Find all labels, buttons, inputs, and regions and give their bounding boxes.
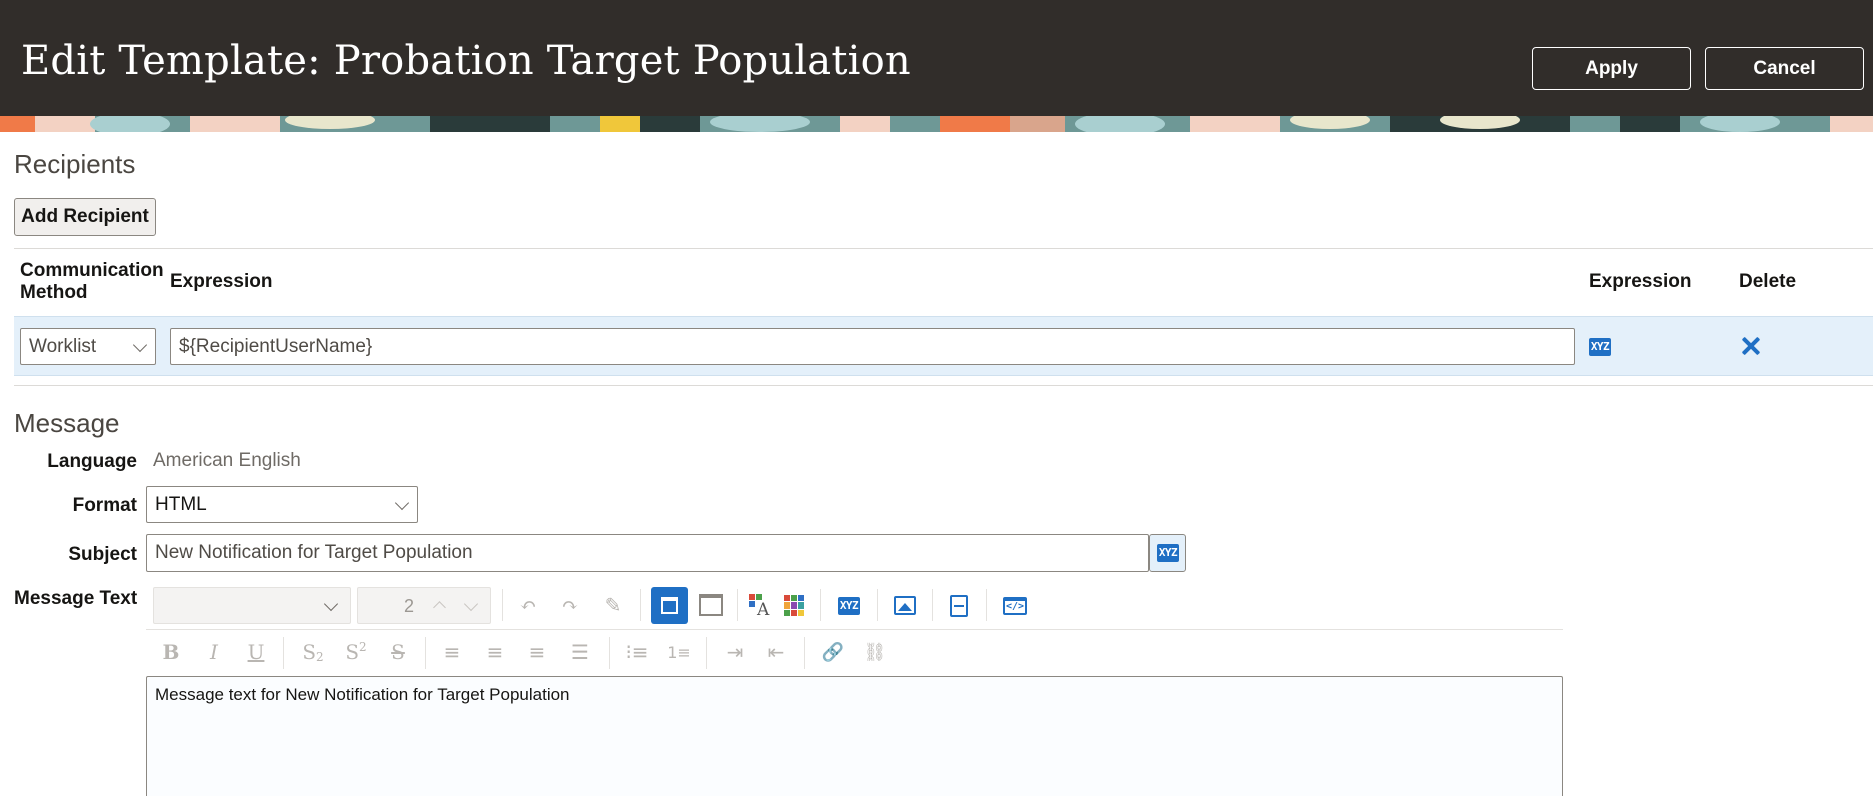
indent-icon[interactable]: ⇥	[720, 637, 750, 667]
format-label: Format	[72, 495, 137, 516]
delete-icon[interactable]	[1741, 336, 1761, 356]
clear-format-icon[interactable]: ✎	[598, 590, 628, 620]
align-center-icon[interactable]: ≡	[480, 637, 510, 667]
message-section-title: Message	[14, 408, 120, 438]
communication-method-value: Worklist	[29, 335, 97, 357]
cancel-button[interactable]: Cancel	[1705, 47, 1864, 90]
toolbar-separator	[737, 589, 738, 621]
font-size-select[interactable]: 2	[357, 587, 491, 624]
horizontal-rule-icon[interactable]	[950, 595, 968, 617]
column-header-delete: Delete	[1739, 271, 1797, 292]
message-text-label: Message Text	[14, 588, 138, 609]
subject-expression-button[interactable]: XYZ	[1149, 534, 1186, 572]
font-size-value: 2	[404, 596, 415, 616]
toolbar-separator	[932, 589, 933, 621]
message-text-editor[interactable]: Message text for New Notification for Ta…	[146, 676, 1563, 796]
redo-icon[interactable]: ↷	[555, 590, 585, 620]
communication-method-select[interactable]: Worklist	[20, 328, 156, 365]
banner-pattern	[0, 116, 1873, 132]
language-label: Language	[47, 451, 137, 472]
toolbar-separator	[804, 637, 805, 669]
page-title: Edit Template: Probation Target Populati…	[21, 38, 911, 84]
align-left-icon[interactable]: ≡	[437, 637, 467, 667]
insert-image-icon[interactable]	[894, 596, 916, 615]
italic-icon[interactable]: I	[199, 637, 229, 667]
toolbar-separator	[425, 637, 426, 669]
toolbar-separator	[609, 637, 610, 669]
subject-input[interactable]: New Notification for Target Population	[146, 534, 1149, 572]
chevron-down-icon	[132, 337, 148, 352]
bullet-list-icon[interactable]: ⁝≡	[622, 637, 652, 667]
superscript-icon[interactable]: S2	[341, 637, 371, 667]
justify-icon[interactable]: ☰	[565, 637, 595, 667]
recipients-section-title: Recipients	[14, 149, 136, 179]
background-color-icon[interactable]	[784, 595, 805, 616]
format-value: HTML	[155, 493, 207, 515]
strikethrough-icon[interactable]: S	[383, 637, 413, 667]
column-header-expression-builder: Expression	[1589, 271, 1692, 292]
align-right-icon[interactable]: ≡	[522, 637, 552, 667]
chevron-down-icon	[463, 596, 479, 611]
toolbar-separator	[820, 589, 821, 621]
toolbar-separator	[640, 589, 641, 621]
toolbar-separator	[283, 637, 284, 669]
subject-value: New Notification for Target Population	[155, 542, 473, 563]
insert-expression-icon[interactable]: XYZ	[838, 597, 860, 615]
column-header-communication-method: Communication Method	[20, 260, 164, 303]
recipient-expression-input[interactable]: ${RecipientUserName}	[170, 328, 1575, 365]
chevron-down-icon	[394, 495, 410, 510]
toolbar-separator	[986, 589, 987, 621]
underline-icon[interactable]: U	[241, 637, 271, 667]
recipient-expression-value: ${RecipientUserName}	[179, 335, 373, 357]
toolbar-separator	[502, 589, 503, 621]
header-decorative-banner	[0, 116, 1873, 132]
undo-icon[interactable]: ↶	[513, 590, 543, 620]
format-select[interactable]: HTML	[146, 486, 418, 523]
font-size-up-icon	[433, 601, 446, 614]
table-bottom-divider	[14, 385, 1873, 386]
language-value: American English	[153, 450, 301, 471]
expression-builder-icon: XYZ	[1157, 544, 1179, 562]
insert-html-icon[interactable]: </>	[1003, 597, 1027, 615]
unlink-icon[interactable]: ⛓	[860, 637, 890, 667]
chevron-down-icon	[323, 596, 339, 611]
page-header: Edit Template: Probation Target Populati…	[0, 0, 1873, 116]
toolbar-separator	[706, 637, 707, 669]
numbered-list-icon[interactable]: 1≡	[664, 637, 694, 667]
rich-text-mode-icon[interactable]	[651, 587, 688, 624]
outdent-icon[interactable]: ⇤	[761, 637, 791, 667]
toolbar-separator	[877, 589, 878, 621]
table-top-divider	[14, 248, 1873, 249]
column-header-expression: Expression	[170, 271, 273, 292]
expression-builder-icon[interactable]: XYZ	[1589, 338, 1611, 356]
source-code-mode-icon[interactable]	[699, 594, 723, 616]
text-color-icon[interactable]: A	[749, 594, 771, 620]
apply-button[interactable]: Apply	[1532, 47, 1691, 90]
toolbar-divider	[146, 629, 1563, 630]
link-icon[interactable]: 🔗	[818, 637, 848, 667]
subscript-icon[interactable]: S2	[298, 637, 328, 667]
subject-label: Subject	[68, 544, 137, 565]
bold-icon[interactable]: B	[156, 637, 186, 667]
rich-text-glyph	[661, 597, 678, 614]
message-body-text: Message text for New Notification for Ta…	[155, 685, 570, 704]
font-family-select[interactable]	[153, 587, 351, 624]
add-recipient-button[interactable]: Add Recipient	[14, 198, 156, 236]
